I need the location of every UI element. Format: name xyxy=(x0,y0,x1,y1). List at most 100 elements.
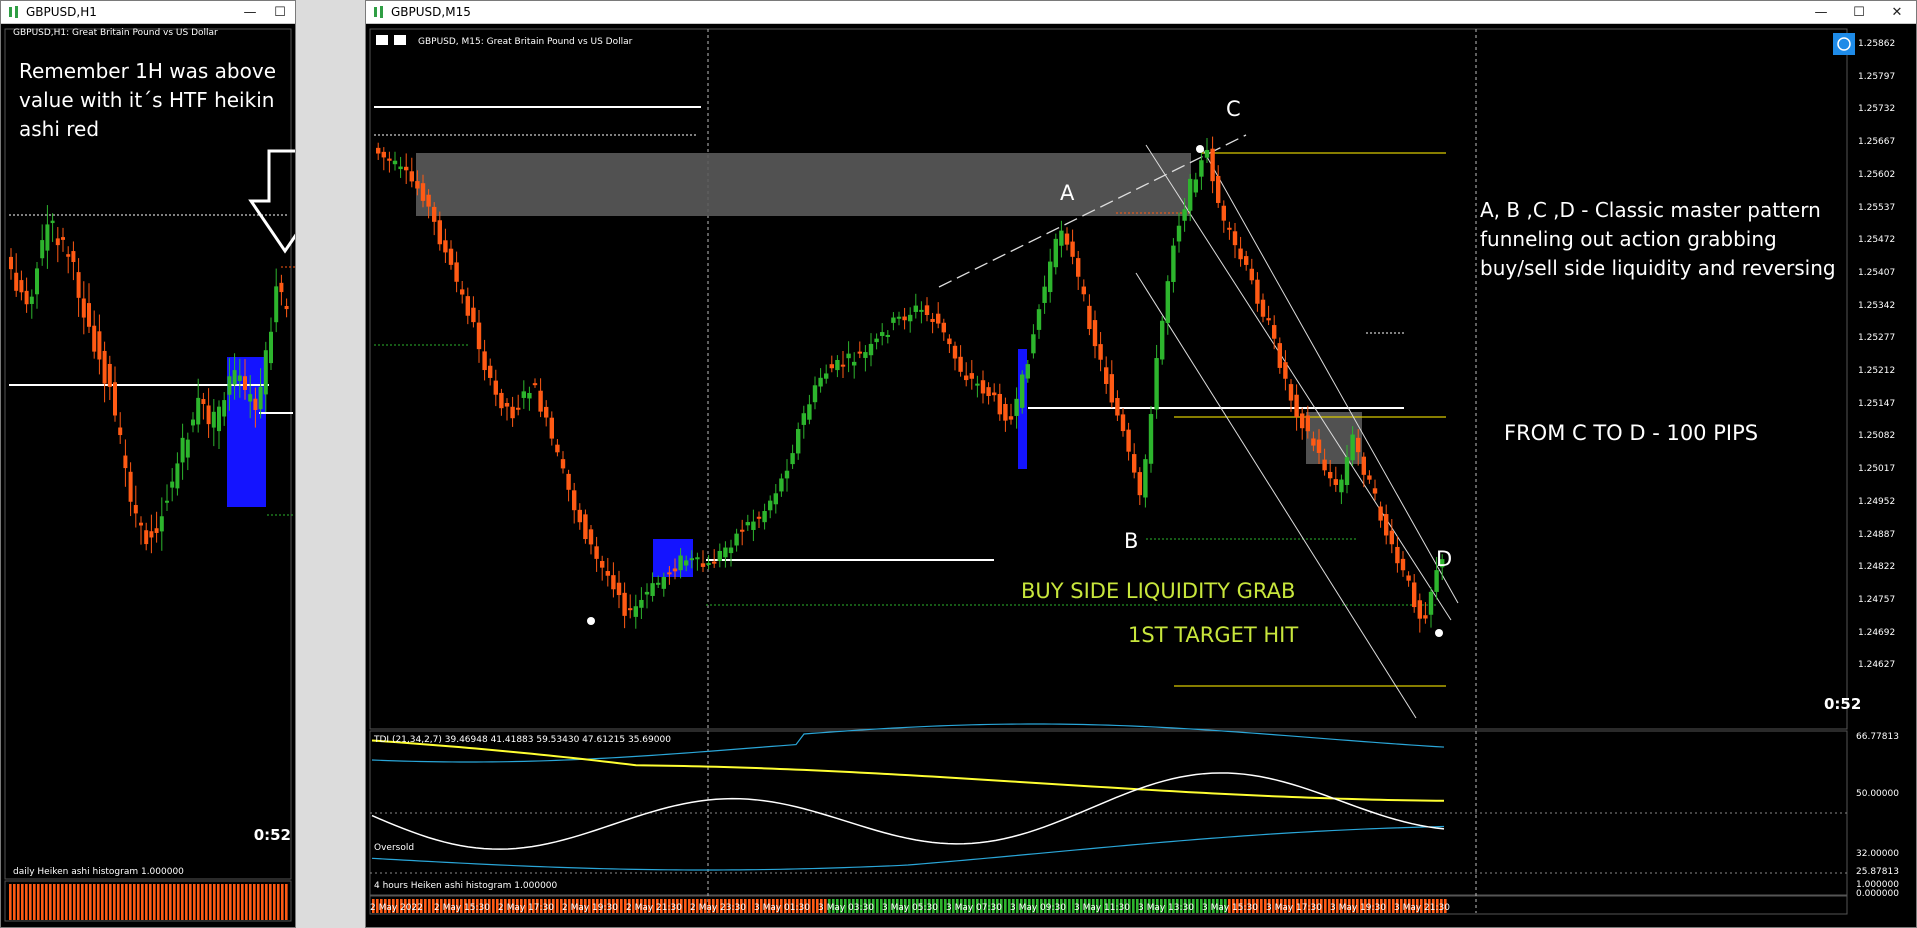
candle-body xyxy=(1389,530,1394,545)
h1-maximize-button[interactable]: ☐ xyxy=(265,1,295,23)
h1-histogram-bar xyxy=(285,884,288,920)
h1-candle-body xyxy=(274,286,279,323)
close-button[interactable]: ✕ xyxy=(1878,1,1916,23)
supply-zone xyxy=(416,153,1191,216)
h1-histogram-bar xyxy=(237,884,240,920)
h1-histogram-bar xyxy=(17,884,20,920)
candle-body xyxy=(448,248,454,265)
candle-body xyxy=(538,390,543,412)
candle-body xyxy=(392,160,398,165)
h1-candle-body xyxy=(113,382,117,416)
h1-candle-body xyxy=(206,405,211,425)
h1-candle-body xyxy=(149,531,154,538)
h1-candle-body xyxy=(19,280,24,293)
h1-candle-body xyxy=(165,500,169,503)
candle-body xyxy=(454,262,459,282)
point-label-b: B xyxy=(1124,529,1139,553)
time-tick-label: 3 May 19:30 xyxy=(1330,903,1386,913)
candle-body xyxy=(1182,209,1187,221)
candle-body xyxy=(740,529,745,532)
candle-body xyxy=(1059,230,1064,246)
candle-body xyxy=(868,343,874,356)
h1-histogram-bar xyxy=(101,884,104,920)
candle-body xyxy=(488,365,493,378)
m15-window-titlebar[interactable]: GBPUSD,M15 — ☐ ✕ xyxy=(366,1,1916,24)
maximize-button[interactable]: ☐ xyxy=(1840,1,1878,23)
h1-histogram-bar xyxy=(121,884,124,920)
h1-candle-body xyxy=(76,272,81,298)
histogram-bar xyxy=(684,899,687,913)
price-tick-label: 1.25342 xyxy=(1858,300,1896,311)
candle-body xyxy=(1328,471,1333,479)
candle-body xyxy=(1232,231,1238,246)
candle-body xyxy=(667,572,672,575)
candle-body xyxy=(1400,558,1406,571)
h1-histogram-bar xyxy=(197,884,200,920)
pips-annotation: FROM C TO D - 100 PIPS xyxy=(1504,421,1759,445)
h1-note-annotation: Remember 1H was above value with it´s HT… xyxy=(19,59,276,141)
candle-body xyxy=(1076,258,1081,277)
h1-candle-body xyxy=(175,463,180,489)
fractal-marker xyxy=(1196,145,1204,153)
time-tick-label: 3 May 21:30 xyxy=(1394,903,1450,913)
h1-chart-window[interactable]: GBPUSD,H1 — ☐ GBPUSD,H1: Great Britain P… xyxy=(0,0,296,928)
h1-histogram-bar xyxy=(45,884,48,920)
candle-body xyxy=(1137,472,1142,496)
point-label-a: A xyxy=(1060,181,1075,205)
h1-candle-body xyxy=(107,363,112,387)
h1-histogram-bar xyxy=(245,884,248,920)
candle-body xyxy=(1260,299,1266,317)
h1-histogram-bar xyxy=(249,884,252,920)
candle-body xyxy=(728,547,734,554)
h1-price-chart[interactable] xyxy=(1,23,295,927)
candle-body xyxy=(712,561,717,564)
time-tick-label: 2 May 19:30 xyxy=(562,903,618,913)
h1-histogram-bar xyxy=(145,884,148,920)
time-tick-label: 3 May 15:30 xyxy=(1202,903,1258,913)
candle-body xyxy=(493,380,498,395)
candle-body xyxy=(426,194,431,207)
minimize-button[interactable]: — xyxy=(1802,1,1840,23)
h1-histogram-bar xyxy=(269,884,272,920)
candle-body xyxy=(941,322,946,333)
candle-body xyxy=(1255,279,1260,304)
h1-candle-body xyxy=(9,256,13,270)
h1-histogram-bar xyxy=(221,884,224,920)
histogram-bar xyxy=(428,899,431,913)
candle-body xyxy=(964,375,969,381)
h1-candle-body xyxy=(50,220,55,224)
candle-body xyxy=(1025,364,1030,379)
candle-body xyxy=(420,183,426,201)
h1-histogram-bar xyxy=(49,884,52,920)
price-tick-label: 1.25277 xyxy=(1858,333,1896,344)
h1-minimize-button[interactable]: — xyxy=(235,1,265,23)
h1-candle-body xyxy=(29,296,34,304)
h1-histogram-bar xyxy=(25,884,28,920)
h1-window-titlebar[interactable]: GBPUSD,H1 — ☐ xyxy=(1,1,295,24)
candle-body xyxy=(527,392,532,399)
candle-body xyxy=(1120,414,1126,432)
candle-body xyxy=(779,478,784,492)
liquidity-grab-annotation: BUY SIDE LIQUIDITY GRAB xyxy=(1021,579,1296,603)
candle-body xyxy=(381,151,386,158)
histogram-bar xyxy=(748,899,751,913)
h1-histogram-bar xyxy=(125,884,128,920)
h1-histogram-bar xyxy=(149,884,152,920)
candle-body xyxy=(622,592,627,616)
candle-body xyxy=(812,385,818,403)
candle-body xyxy=(521,391,526,398)
candle-body xyxy=(1115,398,1120,416)
candle-body xyxy=(398,166,403,170)
h1-candle-body xyxy=(232,370,237,385)
candle-body xyxy=(476,322,482,350)
m15-price-chart[interactable] xyxy=(366,23,1916,927)
h1-histogram-bar xyxy=(81,884,84,920)
h1-candle-body xyxy=(66,254,71,257)
candle-body xyxy=(1311,438,1316,446)
h1-histogram-bar xyxy=(37,884,40,920)
candle-body xyxy=(482,351,487,371)
h1-histogram-bar xyxy=(157,884,160,920)
m15-chart-window[interactable]: GBPUSD,M15 — ☐ ✕ GBPUSD, M15: Great Brit… xyxy=(365,0,1917,928)
candle-body xyxy=(997,393,1002,415)
candle-body xyxy=(1148,414,1154,464)
